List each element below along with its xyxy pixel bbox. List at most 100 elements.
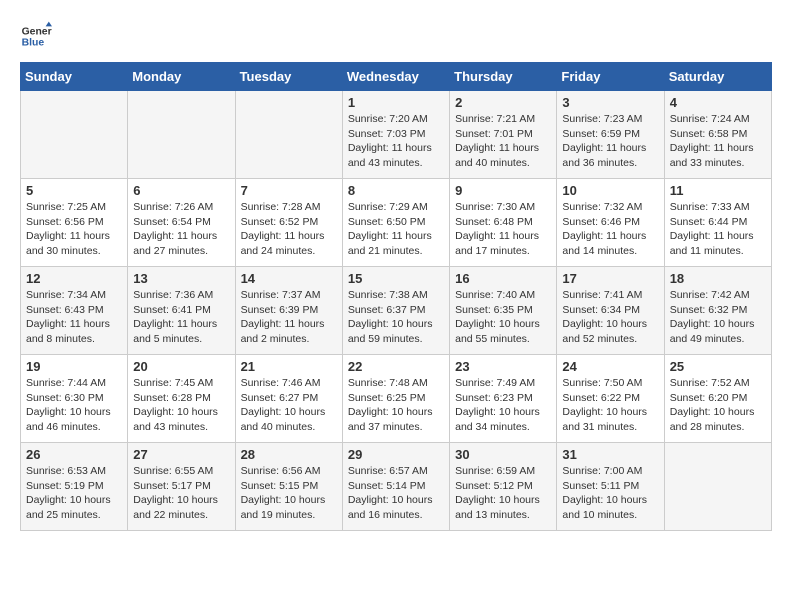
day-number: 2 (455, 95, 551, 110)
calendar-cell: 29 Sunrise: 6:57 AM Sunset: 5:14 PM Dayli… (342, 443, 449, 531)
cell-content: Sunrise: 6:53 AM Sunset: 5:19 PM Dayligh… (26, 464, 122, 523)
calendar-cell: 27 Sunrise: 6:55 AM Sunset: 5:17 PM Dayli… (128, 443, 235, 531)
day-number: 12 (26, 271, 122, 286)
day-number: 6 (133, 183, 229, 198)
day-number: 4 (670, 95, 766, 110)
col-header-friday: Friday (557, 63, 664, 91)
cell-content: Sunrise: 7:26 AM Sunset: 6:54 PM Dayligh… (133, 200, 229, 259)
day-number: 26 (26, 447, 122, 462)
calendar-cell: 15 Sunrise: 7:38 AM Sunset: 6:37 PM Dayli… (342, 267, 449, 355)
day-number: 9 (455, 183, 551, 198)
day-number: 22 (348, 359, 444, 374)
calendar-cell (128, 91, 235, 179)
calendar-cell: 12 Sunrise: 7:34 AM Sunset: 6:43 PM Dayli… (21, 267, 128, 355)
cell-content: Sunrise: 6:56 AM Sunset: 5:15 PM Dayligh… (241, 464, 337, 523)
calendar-cell: 14Sunrise: 7:37 AM Sunset: 6:39 PM Dayli… (235, 267, 342, 355)
calendar-cell: 25 Sunrise: 7:52 AM Sunset: 6:20 PM Dayli… (664, 355, 771, 443)
calendar-cell: 24 Sunrise: 7:50 AM Sunset: 6:22 PM Dayli… (557, 355, 664, 443)
cell-content: Sunrise: 7:34 AM Sunset: 6:43 PM Dayligh… (26, 288, 122, 347)
svg-text:General: General (22, 26, 52, 37)
day-number: 27 (133, 447, 229, 462)
calendar-cell: 31Sunrise: 7:00 AM Sunset: 5:11 PM Dayli… (557, 443, 664, 531)
calendar-cell: 16Sunrise: 7:40 AM Sunset: 6:35 PM Dayli… (450, 267, 557, 355)
cell-content: Sunrise: 7:20 AM Sunset: 7:03 PM Dayligh… (348, 112, 444, 171)
cell-content: Sunrise: 7:50 AM Sunset: 6:22 PM Dayligh… (562, 376, 658, 435)
week-row-4: 19 Sunrise: 7:44 AM Sunset: 6:30 PM Dayli… (21, 355, 772, 443)
cell-content: Sunrise: 7:25 AM Sunset: 6:56 PM Dayligh… (26, 200, 122, 259)
day-number: 30 (455, 447, 551, 462)
calendar-cell: 10 Sunrise: 7:32 AM Sunset: 6:46 PM Dayli… (557, 179, 664, 267)
calendar-cell: 30 Sunrise: 6:59 AM Sunset: 5:12 PM Dayli… (450, 443, 557, 531)
day-number: 28 (241, 447, 337, 462)
cell-content: Sunrise: 7:49 AM Sunset: 6:23 PM Dayligh… (455, 376, 551, 435)
calendar-cell: 18Sunrise: 7:42 AM Sunset: 6:32 PM Dayli… (664, 267, 771, 355)
cell-content: Sunrise: 7:44 AM Sunset: 6:30 PM Dayligh… (26, 376, 122, 435)
calendar-cell: 11 Sunrise: 7:33 AM Sunset: 6:44 PM Dayli… (664, 179, 771, 267)
cell-content: Sunrise: 7:24 AM Sunset: 6:58 PM Dayligh… (670, 112, 766, 171)
day-number: 3 (562, 95, 658, 110)
cell-content: Sunrise: 7:41 AM Sunset: 6:34 PM Dayligh… (562, 288, 658, 347)
day-number: 13 (133, 271, 229, 286)
calendar-cell: 2 Sunrise: 7:21 AM Sunset: 7:01 PM Daylig… (450, 91, 557, 179)
cell-content: Sunrise: 7:29 AM Sunset: 6:50 PM Dayligh… (348, 200, 444, 259)
week-row-1: 1 Sunrise: 7:20 AM Sunset: 7:03 PM Daylig… (21, 91, 772, 179)
day-number: 1 (348, 95, 444, 110)
calendar-cell: 23 Sunrise: 7:49 AM Sunset: 6:23 PM Dayli… (450, 355, 557, 443)
col-header-thursday: Thursday (450, 63, 557, 91)
day-number: 29 (348, 447, 444, 462)
page-header: General Blue (20, 20, 772, 52)
day-number: 14 (241, 271, 337, 286)
day-number: 7 (241, 183, 337, 198)
day-number: 19 (26, 359, 122, 374)
day-number: 20 (133, 359, 229, 374)
cell-content: Sunrise: 7:21 AM Sunset: 7:01 PM Dayligh… (455, 112, 551, 171)
svg-text:Blue: Blue (22, 38, 45, 49)
cell-content: Sunrise: 7:23 AM Sunset: 6:59 PM Dayligh… (562, 112, 658, 171)
col-header-wednesday: Wednesday (342, 63, 449, 91)
cell-content: Sunrise: 6:59 AM Sunset: 5:12 PM Dayligh… (455, 464, 551, 523)
cell-content: Sunrise: 7:42 AM Sunset: 6:32 PM Dayligh… (670, 288, 766, 347)
cell-content: Sunrise: 7:48 AM Sunset: 6:25 PM Dayligh… (348, 376, 444, 435)
col-header-monday: Monday (128, 63, 235, 91)
calendar-cell: 17Sunrise: 7:41 AM Sunset: 6:34 PM Dayli… (557, 267, 664, 355)
week-row-2: 5Sunrise: 7:25 AM Sunset: 6:56 PM Daylig… (21, 179, 772, 267)
cell-content: Sunrise: 7:45 AM Sunset: 6:28 PM Dayligh… (133, 376, 229, 435)
day-number: 23 (455, 359, 551, 374)
day-number: 21 (241, 359, 337, 374)
col-header-saturday: Saturday (664, 63, 771, 91)
cell-content: Sunrise: 7:32 AM Sunset: 6:46 PM Dayligh… (562, 200, 658, 259)
week-row-3: 12 Sunrise: 7:34 AM Sunset: 6:43 PM Dayli… (21, 267, 772, 355)
calendar-cell: 19 Sunrise: 7:44 AM Sunset: 6:30 PM Dayli… (21, 355, 128, 443)
calendar-cell: 13 Sunrise: 7:36 AM Sunset: 6:41 PM Dayli… (128, 267, 235, 355)
cell-content: Sunrise: 7:28 AM Sunset: 6:52 PM Dayligh… (241, 200, 337, 259)
cell-content: Sunrise: 7:30 AM Sunset: 6:48 PM Dayligh… (455, 200, 551, 259)
cell-content: Sunrise: 7:38 AM Sunset: 6:37 PM Dayligh… (348, 288, 444, 347)
calendar-cell: 3 Sunrise: 7:23 AM Sunset: 6:59 PM Daylig… (557, 91, 664, 179)
cell-content: Sunrise: 6:57 AM Sunset: 5:14 PM Dayligh… (348, 464, 444, 523)
cell-content: Sunrise: 6:55 AM Sunset: 5:17 PM Dayligh… (133, 464, 229, 523)
day-number: 15 (348, 271, 444, 286)
calendar-cell: 9 Sunrise: 7:30 AM Sunset: 6:48 PM Daylig… (450, 179, 557, 267)
calendar-cell: 21 Sunrise: 7:46 AM Sunset: 6:27 PM Dayli… (235, 355, 342, 443)
cell-content: Sunrise: 7:33 AM Sunset: 6:44 PM Dayligh… (670, 200, 766, 259)
day-number: 31 (562, 447, 658, 462)
day-number: 24 (562, 359, 658, 374)
calendar-cell (21, 91, 128, 179)
calendar-cell: 20 Sunrise: 7:45 AM Sunset: 6:28 PM Dayli… (128, 355, 235, 443)
calendar-table: SundayMondayTuesdayWednesdayThursdayFrid… (20, 62, 772, 531)
calendar-cell: 26 Sunrise: 6:53 AM Sunset: 5:19 PM Dayli… (21, 443, 128, 531)
calendar-cell (664, 443, 771, 531)
col-header-sunday: Sunday (21, 63, 128, 91)
calendar-cell: 22 Sunrise: 7:48 AM Sunset: 6:25 PM Dayli… (342, 355, 449, 443)
day-number: 11 (670, 183, 766, 198)
day-number: 25 (670, 359, 766, 374)
day-number: 10 (562, 183, 658, 198)
calendar-cell: 8Sunrise: 7:29 AM Sunset: 6:50 PM Daylig… (342, 179, 449, 267)
calendar-cell: 7 Sunrise: 7:28 AM Sunset: 6:52 PM Daylig… (235, 179, 342, 267)
logo-icon: General Blue (20, 20, 52, 52)
logo: General Blue (20, 20, 56, 52)
calendar-cell: 28 Sunrise: 6:56 AM Sunset: 5:15 PM Dayli… (235, 443, 342, 531)
cell-content: Sunrise: 7:36 AM Sunset: 6:41 PM Dayligh… (133, 288, 229, 347)
cell-content: Sunrise: 7:46 AM Sunset: 6:27 PM Dayligh… (241, 376, 337, 435)
cell-content: Sunrise: 7:52 AM Sunset: 6:20 PM Dayligh… (670, 376, 766, 435)
